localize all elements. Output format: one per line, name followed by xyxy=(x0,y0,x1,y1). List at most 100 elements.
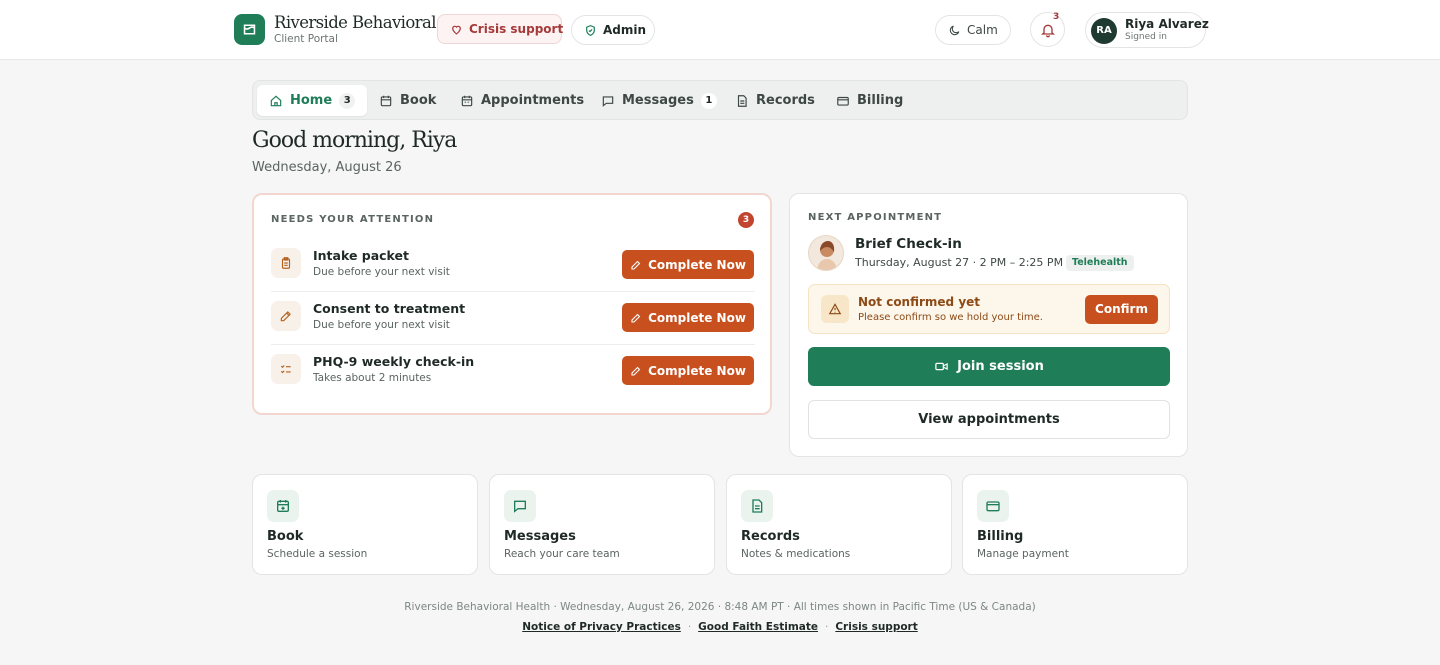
video-icon xyxy=(934,359,949,374)
crisis-support-label: Crisis support xyxy=(469,22,564,36)
user-status: Signed in xyxy=(1125,32,1167,42)
tab-messages-badge: 1 xyxy=(700,92,717,109)
join-session-button[interactable]: Join session xyxy=(808,347,1170,386)
tab-appointments[interactable]: Appointments xyxy=(448,85,596,116)
warning-icon xyxy=(821,295,849,323)
task-title: PHQ-9 weekly check-in xyxy=(313,354,475,369)
complete-now-label: Complete Now xyxy=(648,257,746,272)
task-item: Consent to treatment Due before your nex… xyxy=(271,292,755,345)
document-icon xyxy=(741,490,773,522)
view-appointments-button[interactable]: View appointments xyxy=(808,400,1170,439)
footer-info: Riverside Behavioral Health · Wednesday,… xyxy=(404,601,1036,613)
avatar: RA xyxy=(1091,18,1117,44)
admin-label: Admin xyxy=(603,23,647,37)
main-nav-tabs: Home 3 Book Appointments Messages 1 Reco… xyxy=(252,80,1188,120)
home-icon xyxy=(269,94,283,108)
checklist-icon xyxy=(271,354,301,384)
shortcut-billing[interactable]: Billing Manage payment xyxy=(962,474,1188,575)
heart-icon xyxy=(450,23,463,36)
shortcut-messages[interactable]: Messages Reach your care team xyxy=(489,474,715,575)
confirm-button[interactable]: Confirm xyxy=(1085,295,1158,324)
calendar-icon xyxy=(460,94,474,108)
shortcut-title: Records xyxy=(741,529,800,544)
edit-icon xyxy=(630,365,642,377)
task-subtitle: Due before your next visit xyxy=(313,266,450,278)
good-faith-estimate-link[interactable]: Good Faith Estimate xyxy=(698,621,818,633)
tab-billing[interactable]: Billing xyxy=(824,85,915,116)
attention-label: NEEDS YOUR ATTENTION xyxy=(271,214,435,225)
task-subtitle: Takes about 2 minutes xyxy=(313,372,432,384)
task-item: Intake packet Due before your next visit… xyxy=(271,239,755,292)
task-subtitle: Due before your next visit xyxy=(313,319,450,331)
page-title: Good morning, Riya xyxy=(252,128,457,153)
clinician-avatar xyxy=(808,235,844,271)
edit-icon xyxy=(630,259,642,271)
complete-now-label: Complete Now xyxy=(648,310,746,325)
crisis-support-button[interactable]: Crisis support xyxy=(437,14,564,44)
not-confirmed-alert: Not confirmed yet Please confirm so we h… xyxy=(808,284,1170,334)
page-date: Wednesday, August 26 xyxy=(252,160,402,175)
card-icon xyxy=(977,490,1009,522)
shortcut-title: Billing xyxy=(977,529,1024,544)
notification-count-badge: 3 xyxy=(1053,12,1060,22)
task-item: PHQ-9 weekly check-in Takes about 2 minu… xyxy=(271,345,755,398)
complete-now-button[interactable]: Complete Now xyxy=(622,250,754,279)
shortcut-subtitle: Manage payment xyxy=(977,548,1069,560)
shield-check-icon xyxy=(584,24,597,37)
next-appointment-card: NEXT APPOINTMENT Brief Check-in Thursday… xyxy=(789,193,1188,457)
tab-book[interactable]: Book xyxy=(367,85,448,116)
user-name: Riya Alvarez xyxy=(1125,17,1209,31)
join-session-label: Join session xyxy=(957,359,1044,374)
telehealth-badge: Telehealth xyxy=(1066,255,1134,271)
complete-now-button[interactable]: Complete Now xyxy=(622,303,754,332)
brand-subtitle: Client Portal xyxy=(274,33,338,45)
message-icon xyxy=(601,94,615,108)
tab-appointments-label: Appointments xyxy=(481,93,585,108)
complete-now-label: Complete Now xyxy=(648,363,746,378)
crisis-support-link[interactable]: Crisis support xyxy=(835,621,917,633)
tab-messages[interactable]: Messages 1 xyxy=(589,85,729,116)
admin-button[interactable]: Admin xyxy=(571,15,655,45)
appointment-label: NEXT APPOINTMENT xyxy=(808,212,943,223)
shortcut-records[interactable]: Records Notes & medications xyxy=(726,474,952,575)
pen-icon xyxy=(271,301,301,331)
theme-label: Calm xyxy=(967,23,998,37)
tab-records[interactable]: Records xyxy=(723,85,827,116)
document-icon xyxy=(735,94,749,108)
footer-separator: · xyxy=(825,621,829,633)
tab-home[interactable]: Home 3 xyxy=(257,85,368,116)
tab-messages-label: Messages xyxy=(622,93,694,108)
complete-now-button[interactable]: Complete Now xyxy=(622,356,754,385)
tab-book-label: Book xyxy=(400,93,437,108)
task-title: Consent to treatment xyxy=(313,301,466,316)
shortcut-subtitle: Schedule a session xyxy=(267,548,368,560)
shortcut-title: Messages xyxy=(504,529,576,544)
task-title: Intake packet xyxy=(313,248,409,263)
tab-home-badge: 3 xyxy=(339,92,356,109)
attention-card: NEEDS YOUR ATTENTION 3 Intake packet Due… xyxy=(252,193,772,415)
appointment-title: Brief Check-in xyxy=(855,236,962,252)
shortcut-book[interactable]: Book Schedule a session xyxy=(252,474,478,575)
message-icon xyxy=(504,490,536,522)
card-icon xyxy=(836,94,850,108)
calendar-plus-icon xyxy=(379,94,393,108)
calendar-plus-icon xyxy=(267,490,299,522)
notifications-button[interactable] xyxy=(1030,12,1065,47)
appointment-time: Thursday, August 27 · 2 PM – 2:25 PM xyxy=(855,256,1064,269)
clipboard-icon xyxy=(271,248,301,278)
tab-home-label: Home xyxy=(290,93,333,108)
tab-records-label: Records xyxy=(756,93,815,108)
shortcut-subtitle: Reach your care team xyxy=(504,548,620,560)
footer-links: Notice of Privacy Practices · Good Faith E… xyxy=(0,621,1440,633)
privacy-notice-link[interactable]: Notice of Privacy Practices xyxy=(522,621,681,633)
user-menu-button[interactable]: RA Riya Alvarez Signed in xyxy=(1085,12,1209,48)
shortcut-title: Book xyxy=(267,529,304,544)
edit-icon xyxy=(630,312,642,324)
top-header: Riverside Behavioral Health Client Porta… xyxy=(0,0,1440,60)
brand-logo-icon[interactable] xyxy=(234,14,265,45)
shortcut-subtitle: Notes & medications xyxy=(741,548,851,560)
attention-count-badge: 3 xyxy=(738,212,754,228)
warning-subtitle: Please confirm so we hold your time. xyxy=(858,312,1043,323)
theme-toggle-button[interactable]: Calm xyxy=(935,15,1011,45)
tab-billing-label: Billing xyxy=(857,93,904,108)
